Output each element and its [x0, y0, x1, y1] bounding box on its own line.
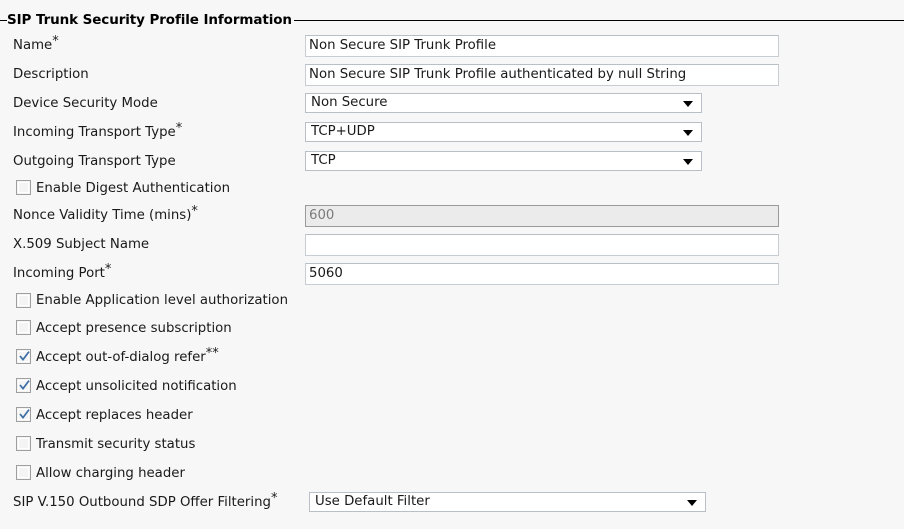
checkbox-inner: [18, 295, 29, 306]
label-transmit-security-status: Transmit security status: [36, 437, 196, 452]
form-row-x509-subject-name: X.509 Subject Name: [0, 230, 904, 259]
label-enable-digest-authentication: Enable Digest Authentication: [36, 181, 231, 196]
checkmark-icon: [19, 409, 30, 419]
device-security-mode-value: Non Secure: [311, 95, 388, 110]
form-row-incoming-port: Incoming Port*: [0, 259, 904, 288]
incoming-transport-type-value: TCP+UDP: [311, 124, 375, 139]
legend-border-stub-left: [0, 20, 7, 21]
accept-out-of-dialog-refer-checkbox[interactable]: [16, 349, 31, 364]
device-security-mode-select[interactable]: Non Secure: [305, 93, 702, 113]
form-row-accept-presence-subscription: Accept presence subscription: [0, 314, 904, 343]
form-row-enable-application-level-authorization: Enable Application level authorization: [0, 288, 904, 314]
checkbox-inner: [18, 182, 29, 193]
required-star-nonce-validity-time: *: [191, 203, 198, 219]
description-input[interactable]: [305, 64, 779, 86]
name-input[interactable]: [305, 35, 779, 57]
form-row-transmit-security-status: Transmit security status: [0, 430, 904, 459]
form-row-name: Name*: [0, 31, 904, 60]
required-star-incoming-port: *: [104, 261, 112, 277]
form-row-outgoing-transport-type: Outgoing Transport Type TCP: [0, 147, 904, 176]
incoming-transport-type-select[interactable]: TCP+UDP: [305, 122, 702, 142]
form-row-nonce-validity-time: Nonce Validity Time (mins)*: [0, 201, 904, 230]
outgoing-transport-type-select[interactable]: TCP: [305, 151, 702, 171]
label-sip-v150-outbound-sdp-offer-filtering: SIP V.150 Outbound SDP Offer Filtering*: [13, 488, 277, 517]
panel-legend-row: SIP Trunk Security Profile Information: [0, 11, 904, 31]
label-sip-v150-outbound-sdp-offer-filtering-text: SIP V.150 Outbound SDP Offer Filtering: [13, 495, 271, 510]
form-row-device-security-mode: Device Security Mode Non Secure: [0, 89, 904, 118]
label-nonce-validity-time: Nonce Validity Time (mins)*: [13, 201, 198, 230]
checkmark-icon: [19, 351, 30, 361]
chevron-down-icon: [683, 159, 693, 165]
enable-digest-authentication-checkbox[interactable]: [16, 180, 31, 195]
form-row-accept-out-of-dialog-refer: Accept out-of-dialog refer**: [0, 343, 904, 372]
transmit-security-status-checkbox[interactable]: [16, 436, 31, 451]
form-row-accept-replaces-header: Accept replaces header: [0, 401, 904, 430]
label-allow-charging-header: Allow charging header: [36, 466, 185, 481]
checkbox-inner: [18, 438, 29, 449]
label-enable-application-level-authorization: Enable Application level authorization: [36, 293, 288, 308]
chevron-down-icon: [683, 101, 693, 107]
form-row-incoming-transport-type: Incoming Transport Type* TCP+UDP: [0, 118, 904, 147]
chevron-down-icon: [687, 500, 697, 506]
double-star-accept-out-of-dialog-refer: **: [205, 345, 219, 361]
label-incoming-port: Incoming Port*: [13, 259, 111, 288]
panel-title: SIP Trunk Security Profile Information: [7, 12, 292, 28]
accept-presence-subscription-checkbox[interactable]: [16, 320, 31, 335]
label-description: Description: [13, 67, 89, 82]
checkbox-inner: [18, 322, 29, 333]
sip-trunk-security-profile-form: Name* Description Device Security Mode N…: [0, 31, 904, 517]
legend-border-rule: [294, 20, 904, 21]
allow-charging-header-checkbox[interactable]: [16, 465, 31, 480]
sip-v150-outbound-sdp-offer-filtering-select[interactable]: Use Default Filter: [309, 492, 706, 512]
label-accept-out-of-dialog-refer-text: Accept out-of-dialog refer: [36, 350, 206, 365]
form-row-accept-unsolicited-notification: Accept unsolicited notification: [0, 372, 904, 401]
enable-application-level-authorization-checkbox[interactable]: [16, 293, 31, 308]
label-nonce-validity-time-text: Nonce Validity Time (mins): [13, 208, 192, 223]
checkbox-inner: [18, 467, 29, 478]
label-outgoing-transport-type: Outgoing Transport Type: [13, 154, 176, 169]
label-x509-subject-name: X.509 Subject Name: [13, 237, 150, 252]
label-incoming-port-text: Incoming Port: [13, 266, 105, 281]
label-accept-out-of-dialog-refer: Accept out-of-dialog refer**: [36, 343, 219, 372]
checkmark-icon: [19, 380, 30, 390]
accept-replaces-header-checkbox[interactable]: [16, 407, 31, 422]
form-row-sip-v150-outbound-sdp-offer-filtering: SIP V.150 Outbound SDP Offer Filtering* …: [0, 488, 904, 517]
required-star-incoming-transport-type: *: [175, 120, 183, 136]
sip-trunk-security-profile-panel: SIP Trunk Security Profile Information: [0, 11, 904, 31]
label-device-security-mode: Device Security Mode: [13, 96, 158, 111]
label-name-text: Name: [13, 38, 53, 53]
label-incoming-transport-type-text: Incoming Transport Type: [13, 125, 176, 140]
required-star-name: *: [52, 33, 59, 49]
form-row-allow-charging-header: Allow charging header: [0, 459, 904, 488]
form-row-enable-digest-authentication: Enable Digest Authentication: [0, 176, 904, 201]
label-incoming-transport-type: Incoming Transport Type*: [13, 118, 182, 147]
label-accept-presence-subscription: Accept presence subscription: [36, 321, 232, 336]
required-star-sip-v150: *: [270, 490, 278, 506]
form-row-description: Description: [0, 60, 904, 89]
label-name: Name*: [13, 31, 59, 60]
x509-subject-name-input[interactable]: [305, 234, 779, 256]
incoming-port-input[interactable]: [305, 263, 779, 285]
outgoing-transport-type-value: TCP: [311, 153, 336, 168]
chevron-down-icon: [683, 130, 693, 136]
nonce-validity-time-input: [305, 205, 779, 227]
accept-unsolicited-notification-checkbox[interactable]: [16, 378, 31, 393]
sip-v150-outbound-sdp-offer-filtering-value: Use Default Filter: [315, 494, 430, 509]
label-accept-unsolicited-notification: Accept unsolicited notification: [36, 379, 237, 394]
label-accept-replaces-header: Accept replaces header: [36, 408, 193, 423]
